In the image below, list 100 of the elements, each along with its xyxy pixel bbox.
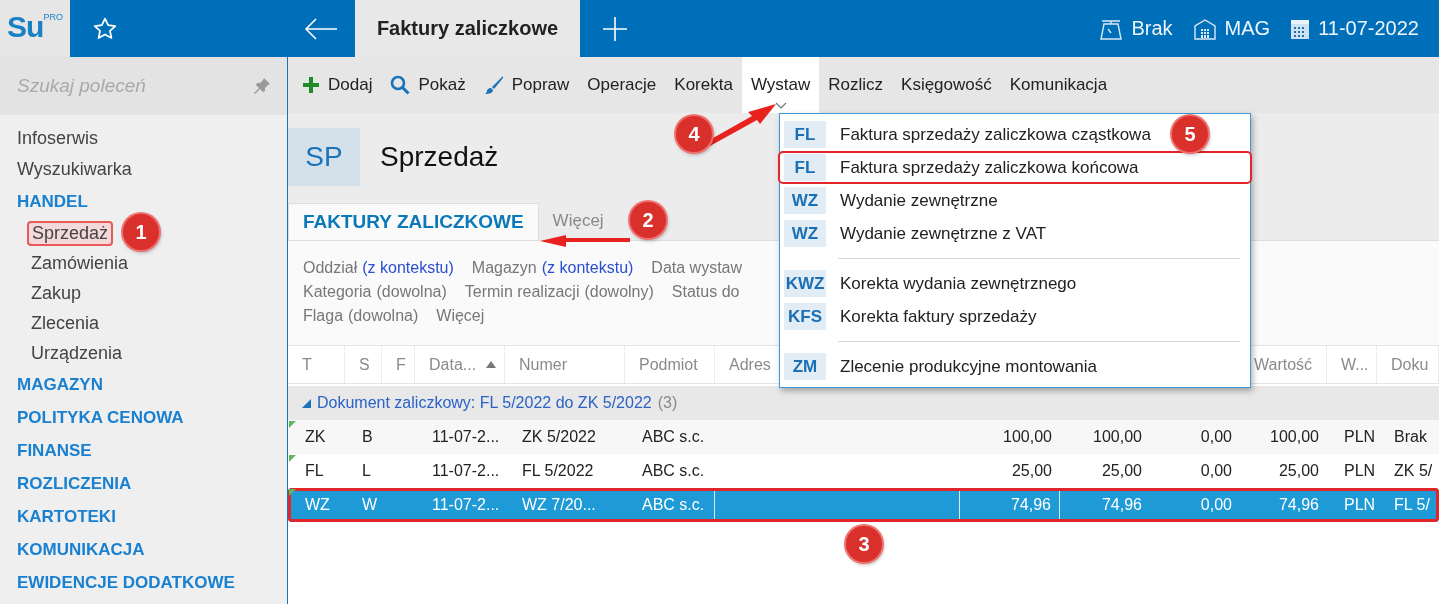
nav-section[interactable]: KARTOTEKI — [0, 500, 287, 533]
table-cell: 11-07-2... — [432, 462, 500, 480]
column-header[interactable]: Numer — [519, 355, 567, 374]
filter-link[interactable]: Data wystaw — [651, 259, 743, 283]
table-cell: 0,00 — [1200, 428, 1232, 446]
toolbar-button[interactable]: Wystaw — [741, 57, 820, 113]
column-header[interactable]: Data... — [429, 355, 477, 374]
command-search-field[interactable]: Szukaj poleceń — [0, 57, 287, 115]
column-header[interactable]: T — [302, 355, 312, 374]
table-cell: L — [362, 462, 371, 480]
toolbar-button[interactable]: Komunikacja — [1000, 57, 1117, 113]
table-cell: 0,00 — [1200, 496, 1232, 514]
toolbar-button[interactable]: Rozlicz — [819, 57, 893, 113]
tab[interactable]: FAKTURY ZALICZKOWE — [288, 203, 539, 240]
table-cell: ABC s.c. — [642, 428, 705, 446]
tab[interactable]: Więcej — [552, 208, 604, 234]
callout-number: 3 — [846, 526, 882, 562]
menu-item[interactable]: KWZ Korekta wydania zewnętrznego — [784, 267, 1246, 300]
filter-link[interactable]: Flaga (dowolna) — [303, 307, 419, 331]
expand-icon[interactable] — [302, 398, 311, 408]
toolbar-button[interactable]: Pokaż — [381, 57, 475, 113]
column-header[interactable]: Doku — [1391, 355, 1429, 374]
filter-link[interactable]: Magazyn (z kontekstu) — [471, 259, 634, 283]
table-cell: 25,00 — [1278, 462, 1319, 480]
toolbar-button[interactable]: Korekta — [665, 57, 742, 113]
column-header[interactable]: S — [359, 355, 370, 374]
calendar-icon[interactable] — [1290, 17, 1311, 40]
column-header[interactable]: F — [396, 355, 406, 374]
menu-item[interactable]: KFS Korekta faktury sprzedaży — [784, 300, 1246, 333]
module-title: Sprzedaż — [380, 140, 499, 173]
nav-section[interactable]: POLITYKA CENOWA — [0, 401, 287, 434]
nav-link[interactable]: Infoserwis — [0, 123, 287, 154]
table-cell: PLN — [1344, 428, 1376, 446]
nav-section[interactable]: ROZLICZENIA — [0, 467, 287, 500]
table-cell: 11-07-2... — [432, 428, 500, 446]
table-cell: 100,00 — [1003, 428, 1052, 446]
filter-link[interactable]: Kategoria (dowolna) — [303, 283, 447, 307]
table-cell: PLN — [1344, 462, 1376, 480]
nav-item[interactable]: Zakup — [27, 281, 86, 305]
filter-link[interactable]: Termin realizacji (dowolny) — [464, 283, 654, 307]
nav-item[interactable]: Zlecenia — [27, 311, 104, 335]
brush-icon — [483, 75, 504, 95]
table-cell: 25,00 — [1101, 462, 1142, 480]
nav-section[interactable]: FINANSE — [0, 434, 287, 467]
toolbar-button[interactable]: Operacje — [578, 57, 666, 113]
menu-item[interactable]: WZ Wydanie zewnętrzne z VAT — [784, 217, 1246, 250]
status-text[interactable]: MAG — [1224, 17, 1271, 40]
table-cell: 100,00 — [1093, 428, 1142, 446]
filter-link[interactable]: Status do — [671, 283, 740, 307]
filter-link[interactable]: Oddział (z kontekstu) — [303, 259, 454, 283]
selected-table-row[interactable]: WZ W 11-07-2... WZ 7/20... ABC s.c. 74,96 74,96 0,00 74,96 PLN FL 5/ — [288, 488, 1439, 522]
callout-number: 5 — [1172, 116, 1208, 152]
column-header[interactable]: W... — [1341, 355, 1369, 374]
menu-item[interactable]: FL Faktura sprzedaży zaliczkowa końcowa — [778, 151, 1252, 184]
callout-number: 2 — [630, 202, 666, 238]
group-label: Dokument zaliczkowy: FL 5/2022 do ZK 5/2022 — [317, 394, 652, 412]
pin-icon[interactable] — [253, 77, 271, 95]
table-cell: FL 5/2022 — [522, 462, 594, 480]
column-header[interactable]: Adres — [729, 355, 771, 374]
menu-item[interactable]: ZM Zlecenie produkcyjne montowania — [784, 350, 1246, 383]
warehouse-icon[interactable] — [1192, 17, 1217, 40]
table-cell: 74,96 — [1010, 496, 1051, 514]
document-tab[interactable]: Faktury zaliczkowe — [355, 0, 580, 57]
toolbar-button[interactable]: Popraw — [474, 57, 579, 113]
table-row[interactable]: ZK B 11-07-2... ZK 5/2022 ABC s.c. 100,00 100,00 0,00 100,00 PLN Brak — [288, 420, 1439, 454]
scale-icon[interactable] — [1099, 17, 1124, 40]
toolbar-button[interactable]: Księgowość — [892, 57, 1001, 113]
table-cell: ABC s.c. — [642, 496, 705, 514]
table-cell: 74,96 — [1278, 496, 1319, 514]
table-cell: Brak — [1394, 428, 1427, 446]
nav-section[interactable]: KOMUNIKACJA — [0, 533, 287, 566]
filter-link[interactable]: Więcej — [436, 307, 485, 331]
column-header[interactable]: Podmiot — [639, 355, 698, 374]
nav-item[interactable]: Sprzedaż — [27, 220, 114, 246]
nav-item[interactable]: Zamówienia — [27, 251, 133, 275]
nav-link[interactable]: Wyszukiwarka — [0, 154, 287, 185]
back-arrow-icon[interactable] — [304, 17, 338, 40]
table-cell: ZK 5/2022 — [522, 428, 596, 446]
table-cell: B — [362, 428, 373, 446]
status-text[interactable]: Brak — [1131, 17, 1173, 40]
table-row[interactable]: FL L 11-07-2... FL 5/2022 ABC s.c. 25,00 25,00 0,00 25,00 PLN ZK 5/ — [288, 454, 1439, 488]
table-cell: ZK — [305, 428, 326, 446]
status-text[interactable]: 11-07-2022 — [1318, 17, 1419, 40]
table-cell: 0,00 — [1200, 462, 1232, 480]
nav-item[interactable]: Urządzenia — [27, 341, 127, 365]
table-cell: W — [362, 496, 378, 514]
table-cell: 25,00 — [1011, 462, 1052, 480]
group-count: (3) — [657, 394, 678, 412]
star-icon[interactable] — [92, 15, 118, 42]
table-cell: WZ — [305, 496, 330, 514]
plus-icon — [302, 76, 320, 94]
callout-number: 4 — [676, 116, 712, 152]
nav-section[interactable]: MAGAZYN — [0, 368, 287, 401]
column-header[interactable]: Wartość — [1254, 355, 1313, 374]
toolbar-button[interactable]: Dodaj — [293, 57, 382, 113]
table-cell: WZ 7/20... — [522, 496, 596, 514]
menu-item[interactable]: WZ Wydanie zewnętrzne — [784, 184, 1246, 217]
new-tab-icon[interactable] — [602, 15, 628, 42]
table-cell: ABC s.c. — [642, 462, 705, 480]
nav-section[interactable]: EWIDENCJE DODATKOWE — [0, 566, 287, 599]
